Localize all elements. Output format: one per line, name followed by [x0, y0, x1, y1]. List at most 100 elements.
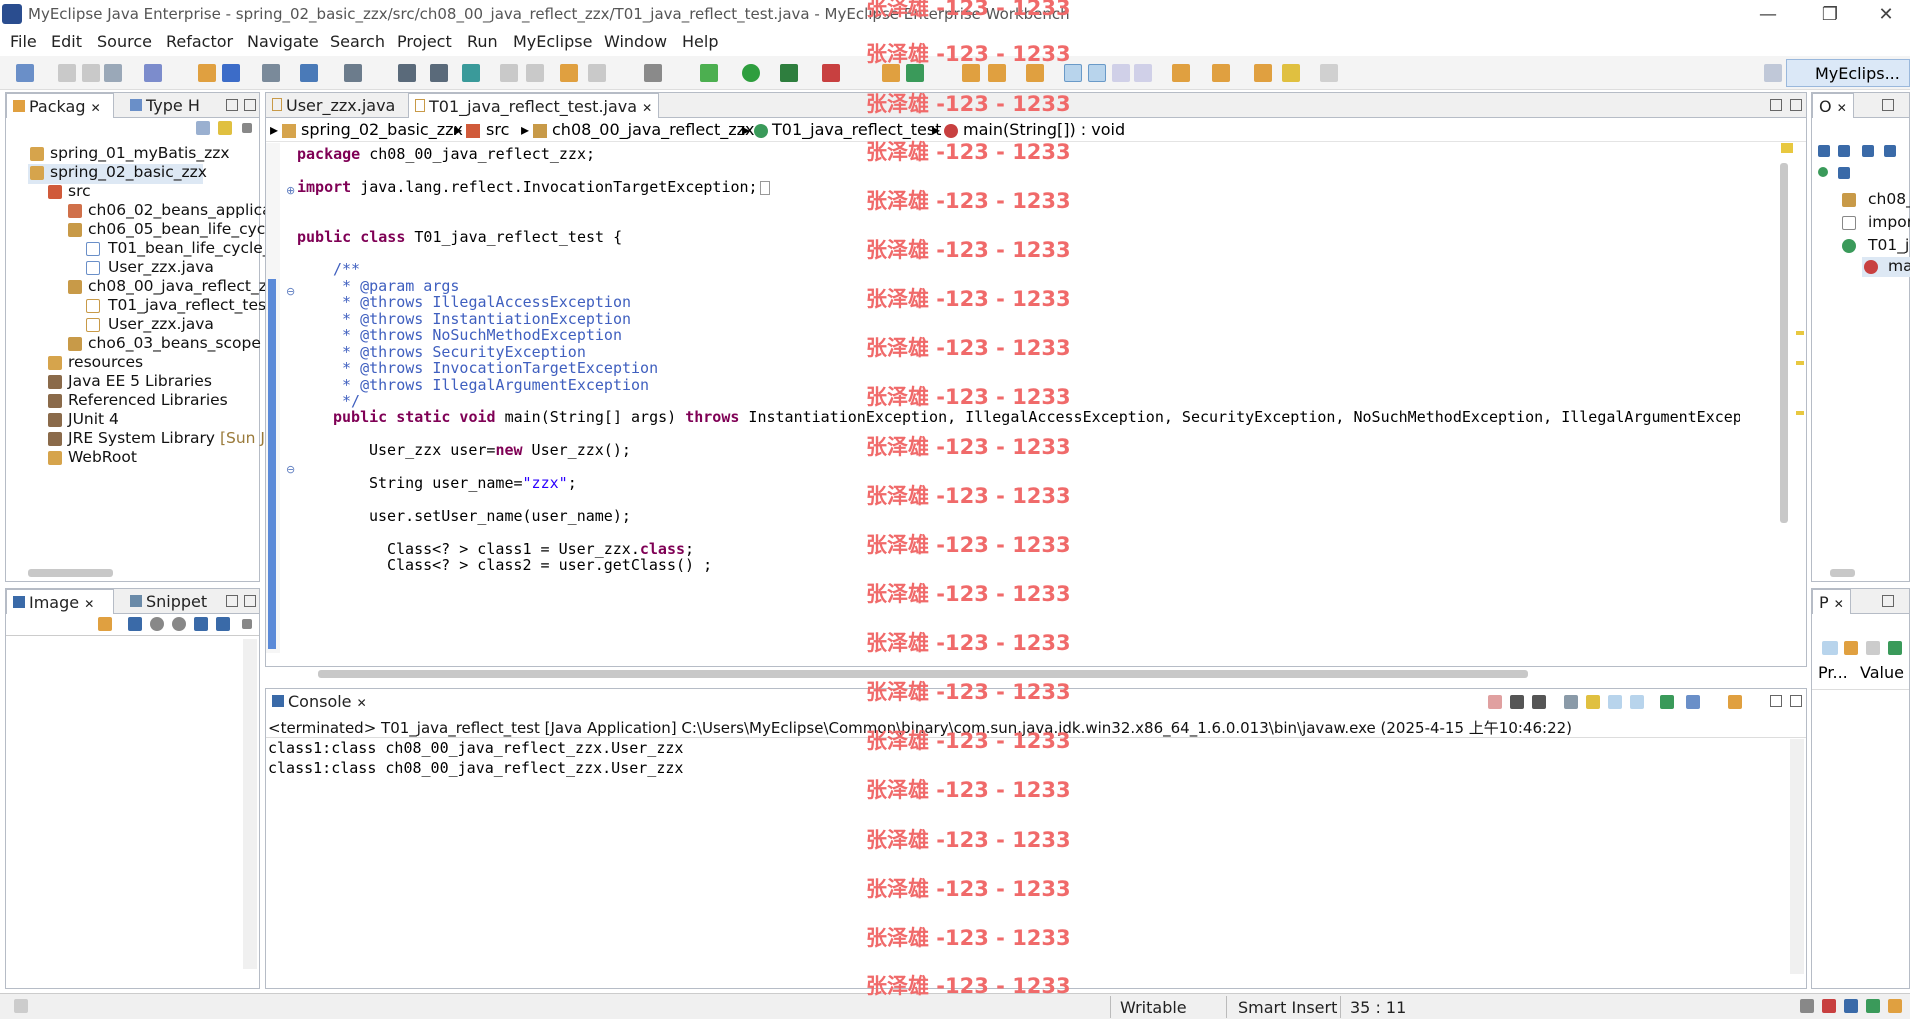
pin-icon[interactable] [1888, 641, 1902, 655]
external-tools-icon[interactable] [822, 64, 840, 82]
fold-plus-icon[interactable]: ⊕ [286, 184, 295, 197]
toggle-highlight-icon[interactable] [1088, 64, 1106, 82]
actual-size-icon[interactable] [194, 617, 208, 631]
whitespace-icon[interactable] [1134, 64, 1152, 82]
tool3-icon[interactable] [398, 64, 416, 82]
tool7-icon[interactable] [588, 64, 606, 82]
column-property[interactable]: Pr... [1818, 663, 1848, 682]
fit-icon[interactable] [128, 617, 142, 631]
tray-icon[interactable] [1822, 999, 1836, 1013]
tool6-icon[interactable] [526, 64, 544, 82]
vertical-scrollbar[interactable] [1790, 739, 1804, 974]
scroll-lock-icon[interactable] [1586, 695, 1600, 709]
remove-launch-icon[interactable] [1510, 695, 1524, 709]
menu-search[interactable]: Search [330, 32, 385, 51]
maximize-button[interactable]: ❐ [1810, 2, 1850, 28]
tab-image[interactable]: Image ✕ [6, 589, 114, 614]
maximize-view-icon[interactable] [244, 595, 256, 607]
menu-edit[interactable]: Edit [51, 32, 82, 51]
collapse-all-icon[interactable] [196, 121, 210, 135]
close-icon[interactable]: ✕ [1834, 597, 1844, 611]
close-icon[interactable]: ✕ [84, 597, 94, 611]
hide-static-icon[interactable] [1884, 145, 1896, 157]
vertical-scrollbar[interactable] [243, 639, 257, 969]
code-line[interactable]: user.setUser_name(user_name); [369, 507, 631, 525]
next-annotation-icon[interactable] [1172, 64, 1190, 82]
horizontal-scrollbar[interactable] [1830, 569, 1855, 577]
menu-run[interactable]: Run [467, 32, 498, 51]
code-line[interactable]: * @throws InvocationTargetException [333, 359, 658, 377]
tab-snippet[interactable]: Snippet [124, 589, 213, 614]
tree-item-user-zzx-1[interactable]: User_zzx.java [108, 258, 214, 276]
open-console-icon[interactable] [1728, 695, 1742, 709]
outline-item-class[interactable]: T01_ja [1868, 236, 1910, 254]
debug-icon[interactable] [700, 64, 718, 82]
tree-item-ref-lib[interactable]: Referenced Libraries [68, 391, 228, 409]
minimize-button[interactable]: — [1748, 2, 1788, 28]
code-line[interactable]: * @throws NoSuchMethodException [333, 326, 622, 344]
server-icon[interactable] [222, 64, 240, 82]
minimize-view-icon[interactable] [1770, 695, 1782, 707]
block-select-icon[interactable] [1112, 64, 1130, 82]
fold-minus-icon[interactable]: ⊖ [286, 285, 295, 298]
tree-item-spring02[interactable]: spring_02_basic_zzx [50, 163, 207, 181]
link-editor-icon[interactable] [218, 121, 232, 135]
tab-user-zzx[interactable]: User_zzx.java [266, 93, 401, 118]
tab-t01-reflect[interactable]: T01_java_reflect_test.java ✕ [408, 93, 660, 118]
menu-window[interactable]: Window [604, 32, 667, 51]
menu-refactor[interactable]: Refactor [166, 32, 233, 51]
breadcrumb-project[interactable]: spring_02_basic_zzx [301, 120, 463, 139]
menu-navigate[interactable]: Navigate [247, 32, 319, 51]
tree-item-src[interactable]: src [68, 182, 91, 200]
breadcrumb-package[interactable]: ch08_00_java_reflect_zzx [552, 120, 755, 139]
view-menu-icon[interactable] [242, 619, 252, 629]
outline-item-package[interactable]: ch08_ [1868, 190, 1910, 208]
back-icon[interactable] [1282, 64, 1300, 82]
globe-icon[interactable] [462, 64, 480, 82]
overview-marker[interactable] [1796, 331, 1804, 335]
close-icon[interactable]: ✕ [91, 101, 101, 115]
minimize-view-icon[interactable] [226, 595, 238, 607]
sort-icon[interactable] [1838, 145, 1850, 157]
breadcrumb-src[interactable]: src [486, 120, 509, 139]
code-line[interactable]: * @throws IllegalAccessException [333, 293, 631, 311]
filter-icon[interactable] [1844, 641, 1858, 655]
hide-fields-icon[interactable] [1862, 145, 1874, 157]
tab-type-hierarchy[interactable]: Type H [124, 93, 206, 118]
tray-icon[interactable] [1800, 999, 1814, 1013]
tool2-icon[interactable] [344, 64, 362, 82]
overview-marker[interactable] [1796, 411, 1804, 415]
minimize-view-icon[interactable] [226, 99, 238, 111]
tool8-icon[interactable] [644, 64, 662, 82]
column-value[interactable]: Value [1860, 663, 1904, 682]
remove-all-icon[interactable] [1532, 695, 1546, 709]
close-button[interactable]: ✕ [1866, 2, 1906, 28]
close-icon[interactable]: ✕ [1837, 101, 1847, 115]
tool5-icon[interactable] [500, 64, 518, 82]
restore-icon[interactable] [1866, 641, 1880, 655]
overview-warning-marker[interactable] [1781, 143, 1793, 153]
fit-window-icon[interactable] [216, 617, 230, 631]
tree-item-spring01[interactable]: spring_01_myBatis_zzx [50, 144, 230, 162]
save-all-icon[interactable] [82, 64, 100, 82]
code-line[interactable]: Class<? > class2 = user.getClass() ; [387, 556, 712, 574]
tree-item-pkg-ch08[interactable]: ch08_00_java_reflect_zz [88, 277, 275, 295]
new-icon[interactable] [16, 64, 34, 82]
tab-outline[interactable]: O ✕ [1812, 93, 1854, 118]
outline-item-main[interactable]: ma [1888, 257, 1910, 275]
categories-icon[interactable] [1822, 641, 1838, 655]
new-project-icon[interactable] [144, 64, 162, 82]
deploy-icon[interactable] [198, 64, 216, 82]
code-line[interactable]: /** [333, 260, 360, 278]
menu-myeclipse[interactable]: MyEclipse [513, 32, 592, 51]
tray-icon[interactable] [1844, 999, 1858, 1013]
code-line[interactable]: public class T01_java_reflect_test { [297, 228, 622, 246]
minimize-view-icon[interactable] [1882, 99, 1894, 111]
tree-item-t01-reflect[interactable]: T01_java_reflect_test [108, 296, 272, 314]
close-icon[interactable]: ✕ [642, 101, 652, 115]
menu-source[interactable]: Source [97, 32, 152, 51]
tool4-icon[interactable] [430, 64, 448, 82]
menu-project[interactable]: Project [397, 32, 452, 51]
horizontal-scrollbar[interactable] [28, 569, 113, 577]
console-line[interactable]: class1:class ch08_00_java_reflect_zzx.Us… [268, 739, 683, 757]
